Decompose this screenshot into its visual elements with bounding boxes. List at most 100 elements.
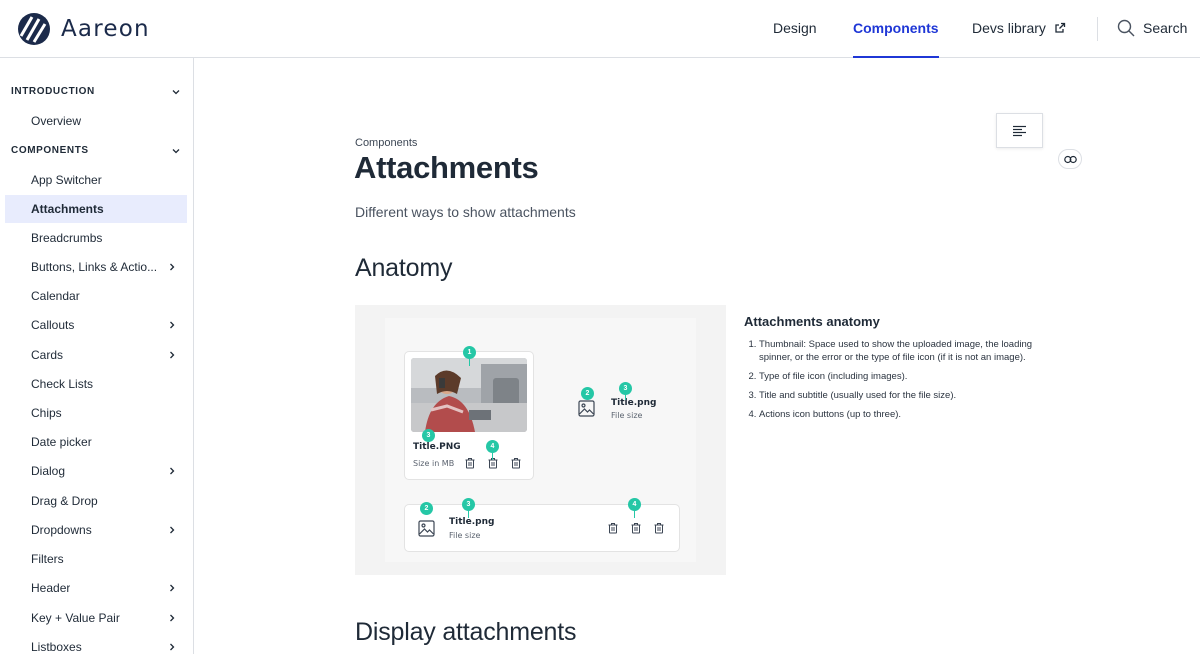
- nav-design[interactable]: Design: [773, 0, 817, 58]
- anatomy-description-list: Thumbnail: Space used to show the upload…: [744, 338, 1044, 421]
- anatomy-marker-3: 3: [619, 382, 632, 395]
- sidebar-section-label: INTRODUCTION: [11, 86, 95, 97]
- link-icon: [1063, 155, 1077, 163]
- sidebar-item-dropdowns[interactable]: Dropdowns: [5, 516, 187, 544]
- table-of-contents-icon: [1013, 125, 1026, 136]
- thumbnail-image: [411, 358, 527, 432]
- chevron-down-icon: [172, 148, 180, 153]
- top-bar: Aareon Design Components Devs library Se…: [0, 0, 1200, 58]
- marker-line: [634, 510, 635, 518]
- sidebar-item-overview[interactable]: Overview: [5, 107, 187, 135]
- thumbnail-attachment-card: Title.PNG Size in MB: [404, 351, 534, 480]
- trash-icon[interactable]: [487, 457, 499, 469]
- row-attachment-card: Title.png File size: [404, 504, 680, 552]
- image-file-icon: [418, 520, 435, 537]
- anatomy-marker-4: 4: [486, 440, 499, 453]
- sidebar-item-key-value-pair[interactable]: Key + Value Pair: [5, 604, 187, 632]
- sidebar-item-label: Breadcrumbs: [31, 231, 103, 245]
- external-link-icon: [1055, 22, 1065, 33]
- chevron-right-icon: [170, 467, 175, 475]
- sidebar-section-label: COMPONENTS: [11, 145, 89, 156]
- row-attachment-title: Title.png: [449, 517, 495, 527]
- sidebar-item-app-switcher[interactable]: App Switcher: [5, 166, 187, 194]
- anatomy-marker-4: 4: [628, 498, 641, 511]
- anatomy-marker-1: 1: [463, 346, 476, 359]
- trash-icon[interactable]: [464, 457, 476, 469]
- sidebar-item-calendar[interactable]: Calendar: [5, 282, 187, 310]
- anatomy-description-item: Thumbnail: Space used to show the upload…: [759, 338, 1044, 364]
- anatomy-illustration: Title.PNG Size in MB Title.png File size…: [355, 305, 726, 575]
- chevron-right-icon: [170, 351, 175, 359]
- search-label: Search: [1143, 20, 1188, 36]
- table-of-contents-button[interactable]: [996, 113, 1043, 148]
- row-attachment-size: File size: [449, 531, 481, 540]
- sidebar-item-breadcrumbs[interactable]: Breadcrumbs: [5, 224, 187, 252]
- anatomy-marker-2: 2: [420, 502, 433, 515]
- chevron-right-icon: [170, 584, 175, 592]
- sidebar-item-label: Drag & Drop: [31, 494, 98, 508]
- chevron-right-icon: [170, 526, 175, 534]
- sidebar-item-attachments[interactable]: Attachments: [5, 195, 187, 223]
- sidebar-section-components[interactable]: COMPONENTS: [11, 145, 181, 156]
- sidebar-item-label: Cards: [31, 348, 64, 362]
- sidebar-item-check-lists[interactable]: Check Lists: [5, 370, 187, 398]
- chevron-down-icon: [172, 89, 180, 94]
- sidebar-item-label: Key + Value Pair: [31, 611, 120, 625]
- nav-devs-library[interactable]: Devs library: [972, 0, 1066, 58]
- sidebar-item-drag-drop[interactable]: Drag & Drop: [5, 487, 187, 515]
- sidebar-item-date-picker[interactable]: Date picker: [5, 428, 187, 456]
- nav-devs-library-label: Devs library: [972, 20, 1046, 36]
- inline-attachment-size: File size: [611, 411, 643, 420]
- chevron-right-icon: [170, 643, 175, 651]
- inline-attachment-title: Title.png: [611, 398, 657, 408]
- anatomy-canvas: Title.PNG Size in MB Title.png File size…: [385, 318, 696, 562]
- sidebar-item-label: Calendar: [31, 289, 80, 303]
- nav-divider: [1097, 17, 1098, 41]
- anatomy-marker-2: 2: [581, 387, 594, 400]
- sidebar-item-header[interactable]: Header: [5, 574, 187, 602]
- sidebar-item-cards[interactable]: Cards: [5, 341, 187, 369]
- breadcrumb[interactable]: Components: [355, 137, 417, 149]
- trash-icon[interactable]: [607, 522, 619, 534]
- nav-design-label: Design: [773, 20, 817, 36]
- anatomy-description-item: Actions icon buttons (up to three).: [759, 408, 1044, 421]
- chevron-right-icon: [170, 614, 175, 622]
- page-subtitle: Different ways to show attachments: [355, 204, 576, 220]
- trash-icon[interactable]: [630, 522, 642, 534]
- search-button[interactable]: Search: [1117, 19, 1187, 37]
- sidebar-item-buttons-links-actions[interactable]: Buttons, Links & Actio...: [5, 253, 187, 281]
- sidebar-item-label: Buttons, Links & Actio...: [31, 260, 158, 274]
- sidebar-item-label: Filters: [31, 552, 64, 566]
- page-title: Attachments: [354, 150, 539, 185]
- sidebar-item-label: App Switcher: [31, 173, 102, 187]
- sidebar-item-filters[interactable]: Filters: [5, 545, 187, 573]
- logo-text: Aareon: [61, 16, 150, 42]
- sidebar-item-label: Date picker: [31, 435, 92, 449]
- sidebar-section-introduction[interactable]: INTRODUCTION: [11, 86, 181, 97]
- thumbnail-card-size: Size in MB: [413, 459, 455, 468]
- anatomy-description-title: Attachments anatomy: [744, 314, 880, 329]
- sidebar-item-label: Check Lists: [31, 377, 94, 391]
- aareon-logo-mark-icon: [18, 13, 50, 45]
- trash-icon[interactable]: [653, 522, 665, 534]
- trash-icon[interactable]: [510, 457, 522, 469]
- anatomy-marker-3: 3: [462, 498, 475, 511]
- logo[interactable]: Aareon: [17, 12, 150, 46]
- sidebar-item-listboxes[interactable]: Listboxes: [5, 633, 187, 654]
- sidebar-item-chips[interactable]: Chips: [5, 399, 187, 427]
- sidebar-item-label: Listboxes: [31, 640, 82, 654]
- sidebar-item-label: Header: [31, 581, 71, 595]
- sidebar-item-label: Chips: [31, 406, 62, 420]
- sidebar-item-dialog[interactable]: Dialog: [5, 457, 187, 485]
- sidebar-item-label: Attachments: [31, 202, 104, 216]
- anatomy-description: Attachments anatomy Thumbnail: Space use…: [744, 314, 1044, 427]
- anatomy-description-item: Title and subtitle (usually used for the…: [759, 389, 1044, 402]
- chevron-right-icon: [170, 321, 175, 329]
- sidebar-item-callouts[interactable]: Callouts: [5, 311, 187, 339]
- nav-components[interactable]: Components: [853, 0, 939, 58]
- image-file-icon: [578, 400, 595, 417]
- sidebar-item-label: Dialog: [31, 464, 66, 478]
- copy-link-button[interactable]: [1058, 149, 1082, 169]
- sidebar-item-label: Callouts: [31, 318, 75, 332]
- section-heading-anatomy: Anatomy: [355, 254, 453, 282]
